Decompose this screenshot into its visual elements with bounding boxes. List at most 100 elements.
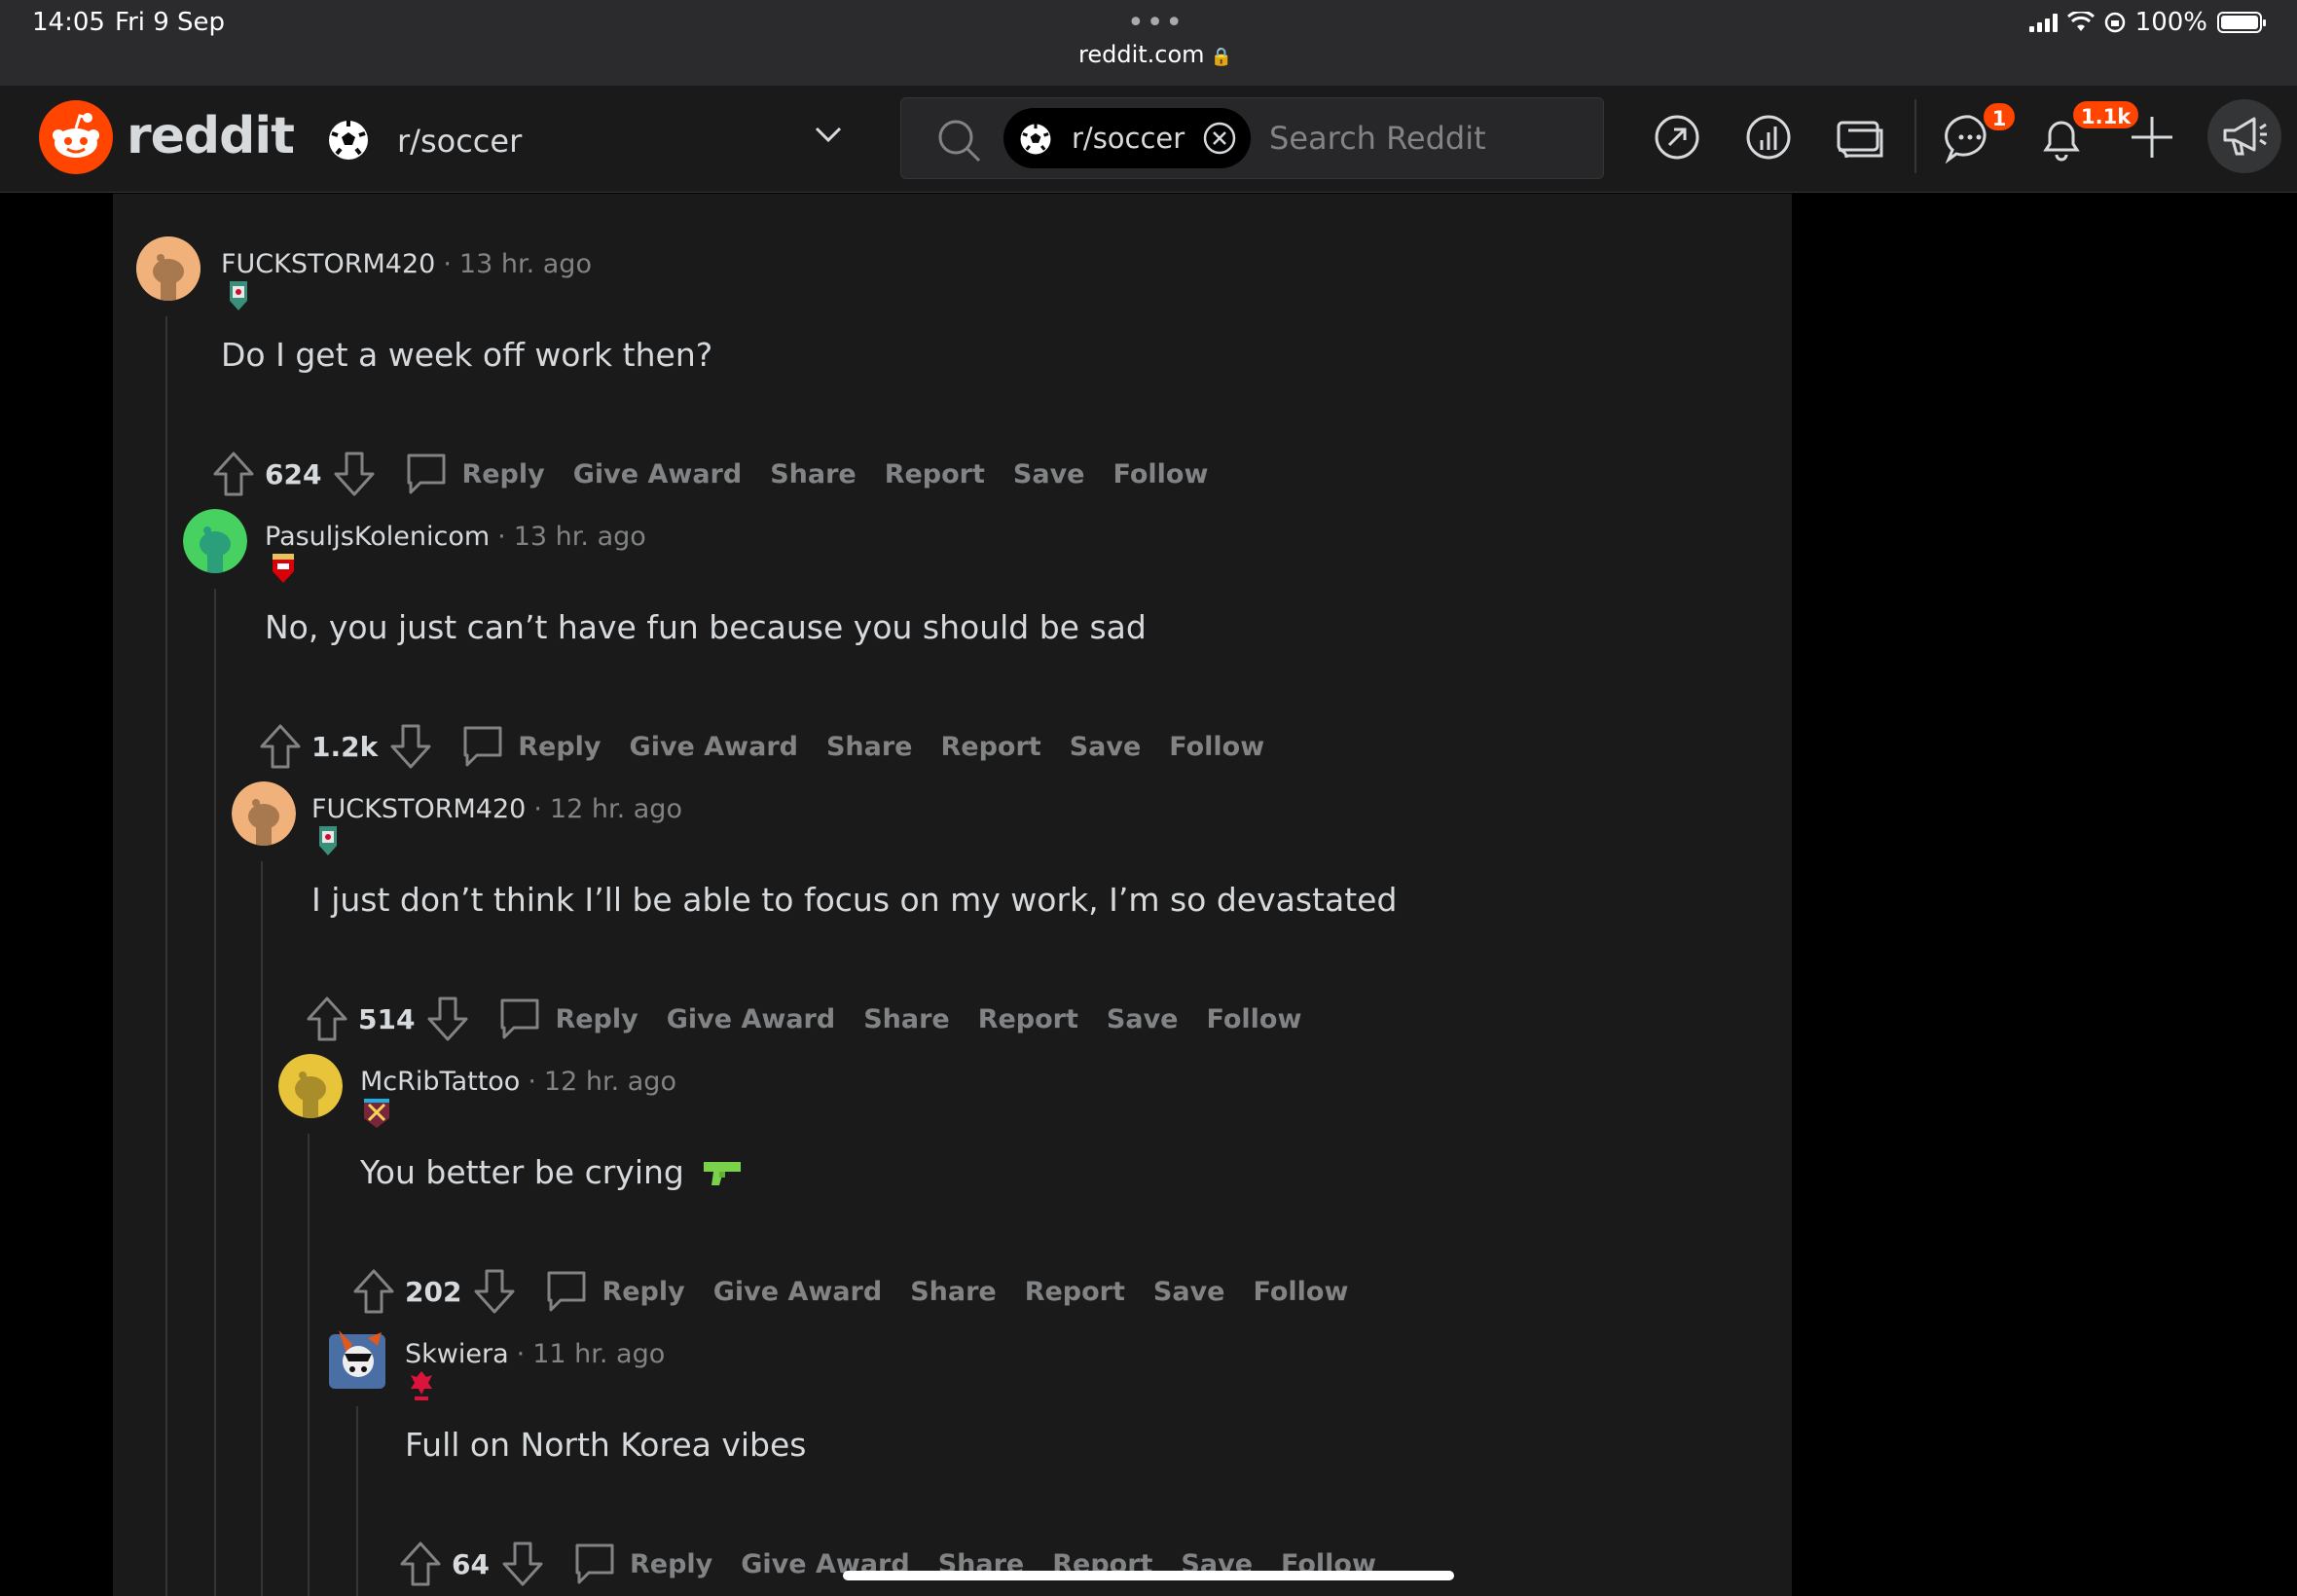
upvote-icon[interactable] [399, 1541, 442, 1587]
subreddit-switcher[interactable]: r/soccer [327, 111, 843, 169]
share-button[interactable]: Share [826, 732, 913, 762]
share-button[interactable]: Share [910, 1277, 997, 1307]
status-time: 14:05 [32, 8, 105, 37]
downvote-icon[interactable] [501, 1541, 544, 1587]
search-input[interactable] [1269, 116, 1581, 161]
liverpool-crest-icon [319, 826, 337, 855]
megaphone-icon [2223, 117, 2267, 156]
comment-time[interactable]: 13 hr. ago [459, 249, 592, 279]
vote-count: 64 [452, 1547, 490, 1580]
give-award-button[interactable]: Give Award [573, 459, 742, 490]
reply-bubble-icon[interactable] [545, 1269, 588, 1314]
comment-author[interactable]: FUCKSTORM420 [221, 249, 435, 279]
advertise-button[interactable] [2207, 99, 2281, 173]
comment-body: No, you just can’t have fun because you … [265, 608, 1147, 646]
reply-button[interactable]: Reply [602, 1277, 684, 1307]
downvote-icon[interactable] [426, 996, 469, 1042]
avatar[interactable] [183, 509, 247, 573]
comment-time[interactable]: 11 hr. ago [532, 1339, 665, 1369]
wifi-icon [2066, 12, 2095, 31]
follow-button[interactable]: Follow [1169, 732, 1264, 762]
comment-body: Do I get a week off work then? [221, 336, 713, 374]
popular-icon[interactable] [1653, 113, 1701, 162]
comment-actions: 514 Reply Give Award Share Report Save F… [306, 992, 1330, 1046]
comment-body: You better be crying [360, 1153, 745, 1191]
report-button[interactable]: Report [885, 459, 985, 490]
report-button[interactable]: Report [940, 732, 1040, 762]
give-award-button[interactable]: Give Award [667, 1004, 835, 1034]
comment-time[interactable]: 12 hr. ago [544, 1067, 676, 1097]
status-date: Fri 9 Sep [115, 8, 226, 37]
create-post-plus-icon[interactable] [2130, 115, 2174, 160]
status-bar: 14:05 Fri 9 Sep ••• reddit.com 🔒 100% [0, 0, 2297, 86]
save-button[interactable]: Save [1153, 1277, 1225, 1307]
share-button[interactable]: Share [863, 1004, 950, 1034]
thread-line[interactable] [308, 1134, 310, 1596]
vote-count: 514 [358, 1002, 416, 1035]
report-button[interactable]: Report [1025, 1277, 1125, 1307]
reply-bubble-icon[interactable] [405, 452, 448, 496]
comment-author[interactable]: McRibTattoo [360, 1067, 520, 1097]
reply-button[interactable]: Reply [630, 1549, 712, 1579]
comment-time[interactable]: 13 hr. ago [514, 522, 646, 552]
reply-bubble-icon[interactable] [498, 997, 541, 1041]
thread-line[interactable] [261, 861, 263, 1596]
all-stats-icon[interactable] [1744, 113, 1793, 162]
clear-scope-icon[interactable] [1202, 121, 1237, 156]
report-button[interactable]: Report [978, 1004, 1078, 1034]
search-scope-label: r/soccer [1072, 122, 1185, 155]
chat-badge: 1 [1982, 101, 2017, 132]
search-bar[interactable]: r/soccer [900, 97, 1604, 179]
avatar[interactable] [325, 1326, 389, 1391]
save-button[interactable]: Save [1070, 732, 1142, 762]
reply-bubble-icon[interactable] [461, 724, 504, 769]
reply-bubble-icon[interactable] [573, 1542, 616, 1586]
thread-line[interactable] [214, 589, 216, 1596]
home-indicator[interactable] [843, 1571, 1454, 1580]
water-pistol-emoji-icon [704, 1162, 742, 1185]
subreddit-name: r/soccer [397, 123, 523, 160]
follow-button[interactable]: Follow [1253, 1277, 1348, 1307]
vote-count: 1.2k [311, 730, 379, 763]
arsenal-crest-icon [273, 554, 294, 583]
downvote-icon[interactable] [333, 451, 376, 497]
reply-button[interactable]: Reply [518, 732, 601, 762]
downvote-icon[interactable] [389, 723, 432, 770]
downvote-icon[interactable] [473, 1268, 516, 1315]
upvote-icon[interactable] [306, 996, 348, 1042]
reddit-wordmark[interactable]: reddit [127, 107, 295, 165]
header-divider [1914, 99, 1916, 173]
upvote-icon[interactable] [259, 723, 302, 770]
comment-thread-panel: FUCKSTORM420 · 13 hr. ago Do I get a week … [113, 194, 1792, 1596]
follow-button[interactable]: Follow [1112, 459, 1208, 490]
avatar[interactable] [278, 1054, 343, 1118]
comment-author[interactable]: FUCKSTORM420 [311, 794, 526, 824]
save-button[interactable]: Save [1107, 1004, 1179, 1034]
reddit-logo-icon[interactable] [39, 100, 113, 174]
reply-button[interactable]: Reply [555, 1004, 638, 1034]
reply-button[interactable]: Reply [461, 459, 544, 490]
coins-icon[interactable] [1835, 113, 1885, 162]
search-scope-chip[interactable]: r/soccer [1003, 108, 1251, 168]
upvote-icon[interactable] [352, 1268, 395, 1315]
reddit-header: reddit r/soccer r/soccer 1 1.1k [0, 86, 2297, 193]
comment-time[interactable]: 12 hr. ago [550, 794, 682, 824]
avatar[interactable] [136, 236, 201, 301]
give-award-button[interactable]: Give Award [713, 1277, 882, 1307]
comment-actions: 624 Reply Give Award Share Report Save F… [212, 447, 1236, 501]
comment-author[interactable]: PasuljsKolenicom [265, 522, 490, 552]
share-button[interactable]: Share [770, 459, 857, 490]
thread-line[interactable] [356, 1406, 358, 1596]
poland-crest-icon [411, 1371, 432, 1400]
vote-count: 202 [405, 1275, 462, 1308]
comment-author[interactable]: Skwiera [405, 1339, 509, 1369]
avatar[interactable] [232, 781, 296, 846]
upvote-icon[interactable] [212, 451, 255, 497]
more-dots-icon[interactable]: ••• [1127, 6, 1185, 40]
url-bar[interactable]: reddit.com 🔒 [1078, 41, 1232, 68]
save-button[interactable]: Save [1013, 459, 1085, 490]
thread-line[interactable] [165, 316, 167, 1596]
follow-button[interactable]: Follow [1206, 1004, 1301, 1034]
soccer-ball-icon [329, 121, 368, 160]
give-award-button[interactable]: Give Award [630, 732, 798, 762]
